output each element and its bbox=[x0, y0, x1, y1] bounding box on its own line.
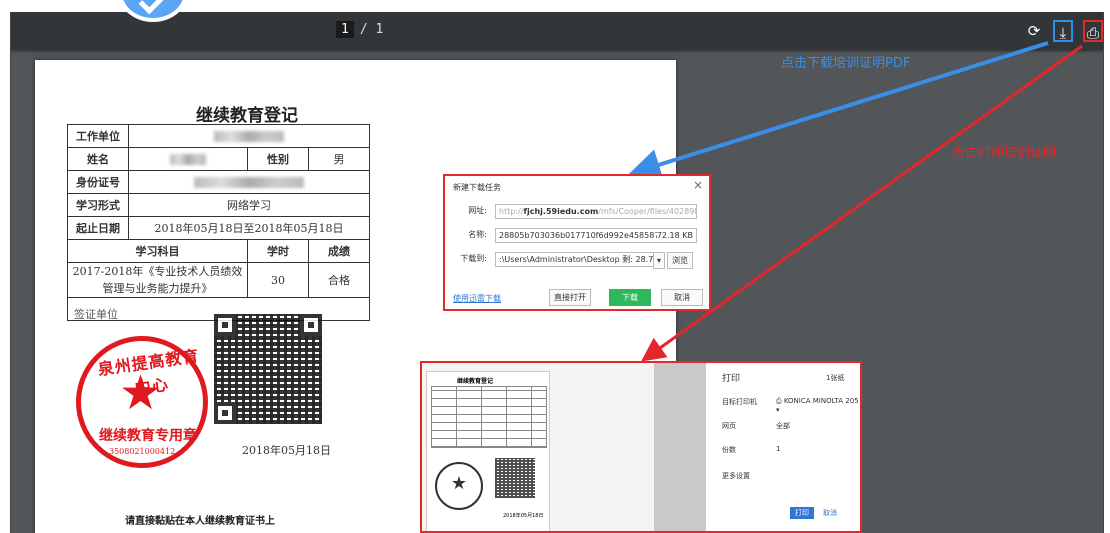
print-preview-dialog: 继续教育登记 ★ 2018年05月18日 打印 1张纸 目标打印机 ⎙ KONI… bbox=[420, 361, 862, 533]
mini-table bbox=[431, 386, 547, 448]
print-settings: 打印 1张纸 目标打印机 ⎙ KONICA MINOLTA 205 ▾ 网页 全… bbox=[706, 363, 860, 531]
name-row: 名称: 28805b703036b017710f6d992e458587.j 72… bbox=[453, 228, 697, 243]
browse-button[interactable]: 浏览 bbox=[667, 252, 693, 269]
print-arrow bbox=[641, 44, 1083, 362]
print-title: 打印 bbox=[722, 374, 741, 384]
cancel-button[interactable]: 取消 bbox=[661, 289, 703, 306]
open-button[interactable]: 直接打开 bbox=[549, 289, 591, 306]
print-button[interactable]: 打印 bbox=[790, 507, 814, 519]
url-field[interactable]: http://fjchj.59iedu.com/mfs/Cooper/files… bbox=[495, 204, 697, 219]
pages-label: 网页 bbox=[722, 422, 736, 430]
pages-select[interactable]: 全部 bbox=[776, 421, 790, 431]
name-label: 名称: bbox=[468, 230, 487, 239]
mini-seal-icon: ★ bbox=[435, 462, 483, 510]
mini-title: 继续教育登记 bbox=[457, 378, 494, 385]
print-cancel-button[interactable]: 取消 bbox=[818, 507, 842, 519]
dest-dropdown-icon[interactable]: ▾ bbox=[653, 252, 665, 269]
dest-row: 下载到: :\Users\Administrator\Desktop 剩: 28… bbox=[453, 252, 661, 267]
print-hint: 点击打印培训证明 bbox=[952, 146, 1057, 161]
url-row: 网址: http://fjchj.59iedu.com/mfs/Cooper/f… bbox=[453, 204, 697, 219]
download-button[interactable]: 下载 bbox=[609, 289, 651, 306]
printer-label: 目标打印机 bbox=[722, 398, 757, 406]
printer-icon: ⎙ bbox=[776, 397, 784, 405]
more-settings[interactable]: 更多设置 bbox=[722, 471, 750, 481]
preview-gutter bbox=[654, 363, 706, 531]
thunder-download-link[interactable]: 使用迅雷下载 bbox=[453, 293, 501, 304]
close-icon[interactable]: × bbox=[693, 178, 703, 192]
filename-field[interactable]: 28805b703036b017710f6d992e458587.j 72.18 … bbox=[495, 228, 697, 243]
mini-page: 继续教育登记 ★ 2018年05月18日 bbox=[426, 371, 550, 531]
mini-qr-code bbox=[495, 458, 535, 498]
url-label: 网址: bbox=[468, 206, 487, 215]
download-hint: 点击下载培训证明PDF bbox=[781, 56, 911, 71]
preview-pane: 继续教育登记 ★ 2018年05月18日 bbox=[422, 363, 654, 531]
dest-label: 下载到: bbox=[460, 254, 487, 263]
download-dialog: 新建下载任务 × 网址: http://fjchj.59iedu.com/mfs… bbox=[443, 174, 711, 311]
copies-input[interactable]: 1 bbox=[776, 445, 780, 453]
dest-field[interactable]: :\Users\Administrator\Desktop 剩: 28.77 G… bbox=[495, 252, 661, 267]
printer-select[interactable]: ⎙ KONICA MINOLTA 205 ▾ bbox=[776, 397, 860, 414]
copies-label: 份数 bbox=[722, 446, 736, 454]
sheet-count: 1张纸 bbox=[826, 374, 845, 382]
mini-date: 2018年05月18日 bbox=[503, 513, 544, 519]
file-size: 72.18 KB bbox=[656, 229, 693, 242]
dialog-title: 新建下载任务 bbox=[453, 183, 501, 192]
